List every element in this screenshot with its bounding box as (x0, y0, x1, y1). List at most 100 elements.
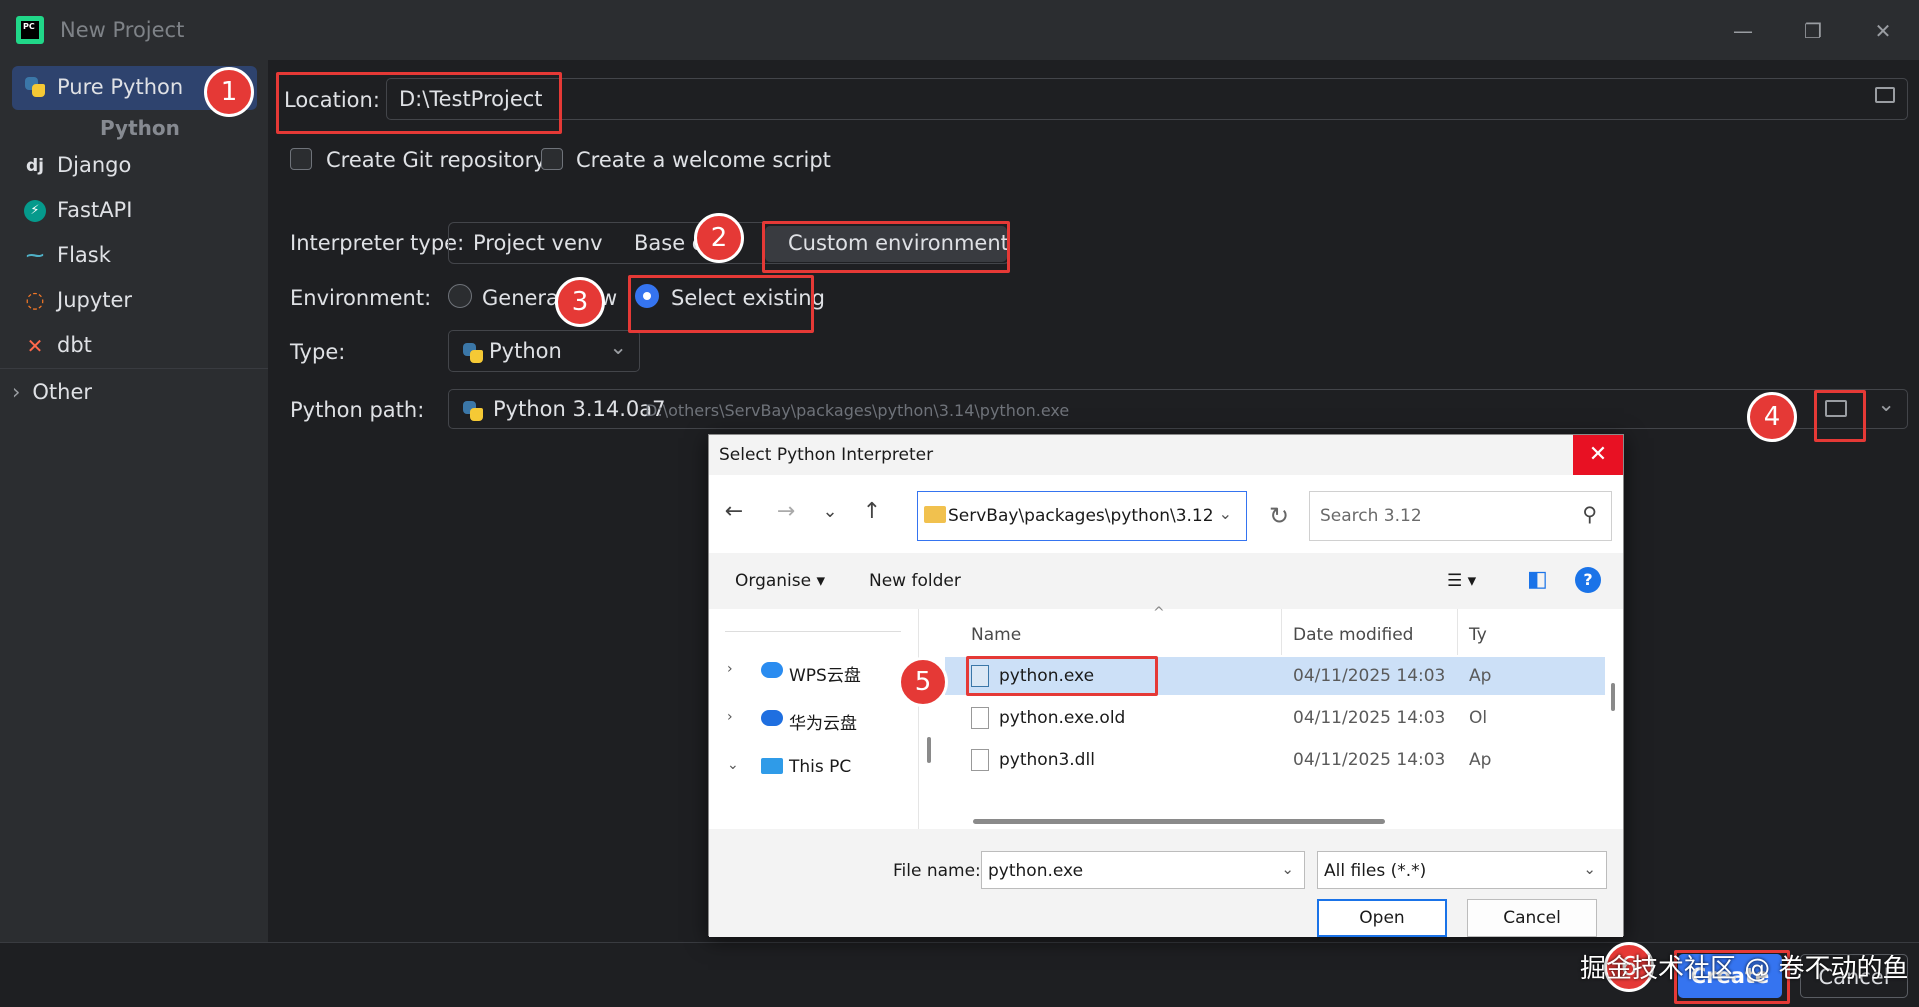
nav-item-label: This PC (789, 757, 852, 777)
file-icon (971, 707, 989, 729)
dialog-footer: File name: python.exe ⌄ All files (*.*) … (709, 829, 1623, 937)
sidebar-item-django[interactable]: dj Django (12, 144, 257, 188)
dialog-command-bar: Organise ▾ New folder ☰ ▾ ◧ ? (709, 553, 1623, 609)
python-path-label: Python path: (290, 398, 425, 422)
dialog-close-button[interactable]: ✕ (1573, 435, 1623, 475)
file-list-hscrollbar[interactable] (973, 819, 1385, 824)
nav-item-this-pc[interactable]: ⌄ This PC (709, 747, 919, 787)
organise-menu[interactable]: Organise ▾ (735, 571, 825, 591)
computer-icon (761, 758, 783, 774)
up-arrow-icon[interactable]: ↑ (857, 497, 887, 527)
file-list: Name ^ Date modified Ty python.exe 04/11… (945, 605, 1623, 829)
chevron-down-icon[interactable]: ⌄ (1281, 860, 1294, 878)
chevron-down-icon[interactable]: ⌄ (1583, 860, 1596, 878)
nav-divider (725, 631, 901, 632)
address-input[interactable]: ServBay\packages\python\3.12 ⌄ (917, 491, 1247, 541)
file-row-python-exe-old[interactable]: python.exe.old 04/11/2025 14:03 Ol (945, 699, 1605, 737)
column-header-type[interactable]: Ty (1469, 625, 1487, 645)
recent-locations-icon[interactable]: ⌄ (815, 497, 845, 527)
location-input[interactable]: D:\TestProject (386, 78, 1908, 120)
environment-label: Environment: (290, 286, 432, 310)
python-path-dropdown[interactable]: Python 3.14.0a7 D:\others\ServBay\packag… (448, 389, 1908, 429)
file-list-vscrollbar[interactable] (1611, 683, 1615, 711)
segment-base-conda[interactable]: Base c (634, 231, 703, 271)
chevron-right-icon: › (12, 380, 21, 404)
view-menu-icon[interactable]: ☰ ▾ (1447, 571, 1476, 591)
interpreter-type-label: Interpreter type: (290, 231, 465, 255)
sidebar-item-label: Django (57, 153, 132, 177)
chevron-right-icon[interactable]: › (727, 661, 733, 677)
highlight-browse-button (1814, 390, 1866, 442)
sidebar-item-label: Pure Python (57, 75, 184, 99)
type-label: Type: (290, 340, 346, 364)
column-header-date[interactable]: Date modified (1293, 625, 1413, 645)
jupyter-icon: ◌ (25, 288, 45, 313)
git-repo-label: Create Git repository (326, 148, 546, 172)
window-title: New Project (60, 18, 185, 42)
new-folder-button[interactable]: New folder (869, 571, 961, 591)
sidebar-item-dbt[interactable]: ✕ dbt (12, 324, 257, 368)
preview-pane-icon[interactable]: ◧ (1527, 567, 1548, 592)
folder-icon[interactable] (1875, 87, 1895, 103)
chevron-down-icon: ⌄ (609, 335, 627, 359)
file-row-python3-dll[interactable]: python3.dll 04/11/2025 14:03 Ap (945, 741, 1605, 779)
select-interpreter-dialog: Select Python Interpreter ✕ ← → ⌄ ↑ Serv… (708, 434, 1624, 937)
sidebar-item-label: Jupyter (57, 288, 133, 312)
folder-icon (924, 506, 946, 523)
column-separator (1457, 609, 1458, 655)
project-type-sidebar: Pure Python Python dj Django ⚡ FastAPI ⁓… (0, 60, 268, 942)
search-input[interactable]: Search 3.12 ⚲ (1309, 491, 1612, 541)
highlight-location (276, 72, 562, 134)
file-name: python.exe.old (999, 708, 1126, 728)
close-window-button[interactable]: ✕ (1866, 14, 1900, 48)
file-name-input[interactable]: python.exe ⌄ (981, 851, 1305, 889)
navigation-pane: › WPS云盘 › 华为云盘 ⌄ This PC (709, 609, 931, 829)
sidebar-item-other[interactable]: › Other (12, 380, 92, 404)
watermark-text: 掘金技术社区 @ 卷不动的鱼 (1580, 954, 1909, 984)
dialog-body: › WPS云盘 › 华为云盘 ⌄ This PC Name ^ Date mod… (709, 605, 1623, 829)
type-dropdown[interactable]: Python ⌄ (448, 330, 640, 372)
help-icon[interactable]: ? (1575, 567, 1601, 593)
segment-project-venv[interactable]: Project venv (473, 231, 603, 271)
sidebar-item-flask[interactable]: ⁓ Flask (12, 234, 257, 278)
file-date: 04/11/2025 14:03 (1293, 750, 1446, 770)
dialog-title: Select Python Interpreter (719, 445, 934, 465)
refresh-icon[interactable]: ↻ (1259, 491, 1299, 541)
chevron-down-icon[interactable]: ⌄ (1219, 504, 1232, 523)
minimize-button[interactable]: — (1726, 14, 1760, 48)
sidebar-item-fastapi[interactable]: ⚡ FastAPI (12, 189, 257, 233)
sidebar-divider (0, 368, 268, 369)
python-path-value: D:\others\ServBay\packages\python\3.14\p… (645, 401, 1070, 420)
restore-button[interactable]: ❐ (1796, 14, 1830, 48)
cloud-icon (761, 662, 783, 678)
open-button[interactable]: Open (1317, 899, 1447, 937)
address-path: ServBay\packages\python\3.12 (948, 506, 1214, 526)
type-value: Python (489, 339, 562, 363)
dialog-cancel-button[interactable]: Cancel (1467, 899, 1597, 937)
nav-scrollbar[interactable] (927, 737, 931, 763)
step-badge-2: 2 (694, 213, 744, 263)
sidebar-item-label: Other (32, 380, 93, 404)
sidebar-item-label: FastAPI (57, 198, 133, 222)
column-separator (1281, 609, 1282, 655)
sidebar-group-label: Python (100, 116, 180, 140)
welcome-script-checkbox[interactable] (541, 148, 563, 170)
nav-item-huawei-cloud[interactable]: › 华为云盘 (709, 699, 919, 739)
forward-arrow-icon[interactable]: → (771, 497, 801, 527)
file-type: Ap (1469, 666, 1492, 686)
generate-new-radio[interactable] (448, 284, 472, 308)
search-placeholder: Search 3.12 (1320, 506, 1422, 526)
git-repo-checkbox[interactable] (290, 148, 312, 170)
column-header-name[interactable]: Name (971, 625, 1021, 645)
sidebar-item-jupyter[interactable]: ◌ Jupyter (12, 279, 257, 323)
chevron-down-icon[interactable]: ⌄ (727, 757, 739, 773)
chevron-right-icon[interactable]: › (727, 709, 733, 725)
title-bar: PC New Project — ❐ ✕ (0, 0, 1919, 60)
chevron-down-icon[interactable]: ⌄ (1877, 392, 1895, 416)
search-icon: ⚲ (1582, 502, 1597, 526)
sidebar-item-label: dbt (57, 333, 92, 357)
nav-item-wps-cloud[interactable]: › WPS云盘 (709, 651, 919, 691)
file-date: 04/11/2025 14:03 (1293, 666, 1446, 686)
file-type-filter[interactable]: All files (*.*) ⌄ (1317, 851, 1607, 889)
back-arrow-icon[interactable]: ← (719, 497, 749, 527)
